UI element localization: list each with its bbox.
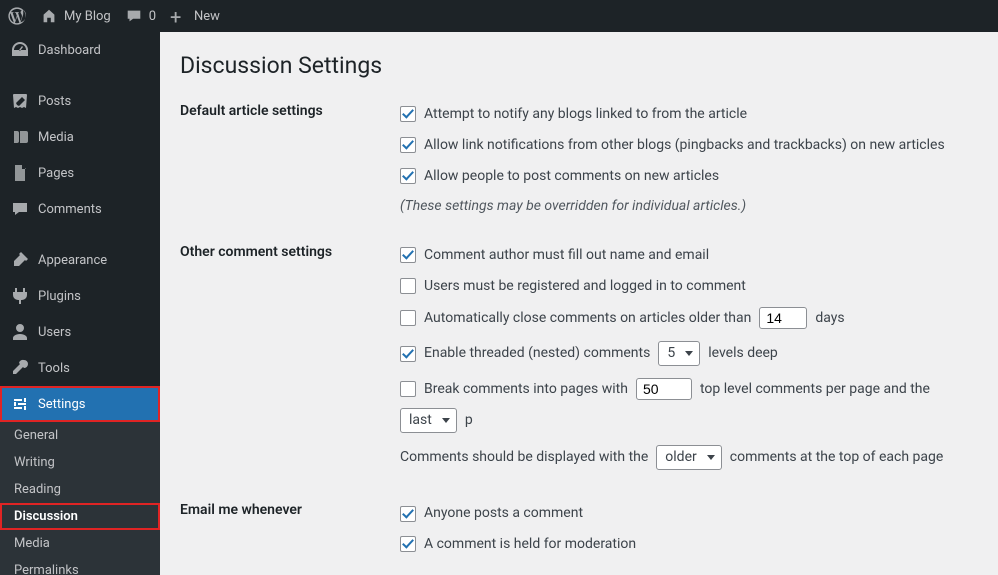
- menu-plugins-label: Plugins: [38, 289, 81, 304]
- label-require-login: Users must be registered and logged in t…: [424, 277, 746, 296]
- menu-comments[interactable]: Comments: [0, 191, 160, 227]
- label-threaded-prefix: Enable threaded (nested) comments: [424, 344, 650, 363]
- settings-icon: [10, 394, 30, 414]
- label-allow-comments: Allow people to post comments on new art…: [424, 167, 719, 186]
- wp-logo[interactable]: [8, 7, 26, 25]
- menu-separator: [0, 232, 160, 237]
- label-paginate-prefix: Break comments into pages with: [424, 380, 628, 399]
- adminbar-new-label: New: [194, 9, 220, 24]
- checkbox-email-anyone-posts[interactable]: [400, 506, 416, 522]
- pages-icon: [10, 163, 30, 183]
- checkbox-paginate[interactable]: [400, 381, 416, 397]
- submenu-writing[interactable]: Writing: [0, 449, 160, 476]
- chevron-down-icon: [707, 455, 715, 460]
- checkbox-allow-comments[interactable]: [400, 168, 416, 184]
- users-icon: [10, 322, 30, 342]
- settings-content: Discussion Settings Default article sett…: [160, 32, 998, 575]
- checkbox-default-trackback[interactable]: [400, 137, 416, 153]
- submenu-reading[interactable]: Reading: [0, 476, 160, 503]
- menu-users-label: Users: [38, 325, 71, 340]
- menu-posts[interactable]: Posts: [0, 83, 160, 119]
- menu-appearance[interactable]: Appearance: [0, 242, 160, 278]
- label-default-trackback: Allow link notifications from other blog…: [424, 136, 945, 155]
- section-other-heading: Other comment settings: [180, 238, 400, 496]
- menu-tools-label: Tools: [38, 361, 70, 376]
- comments-count: 0: [149, 9, 156, 24]
- select-default-page-value: last: [409, 411, 432, 430]
- default-article-note: (These settings may be overridden for in…: [400, 192, 978, 218]
- wordpress-icon: [8, 7, 26, 25]
- menu-comments-label: Comments: [38, 202, 102, 217]
- checkbox-email-held-moderation[interactable]: [400, 536, 416, 552]
- checkbox-threaded[interactable]: [400, 346, 416, 362]
- home-icon: [40, 7, 58, 25]
- dashboard-icon: [10, 40, 30, 60]
- select-default-page[interactable]: last: [400, 408, 457, 433]
- checkbox-require-name-email[interactable]: [400, 247, 416, 263]
- comment-icon: [125, 7, 143, 25]
- menu-media-label: Media: [38, 130, 74, 145]
- menu-settings[interactable]: Settings: [0, 386, 160, 422]
- input-comments-per-page[interactable]: [636, 378, 692, 400]
- settings-submenu: General Writing Reading Discussion Media…: [0, 422, 160, 575]
- label-paginate-mid: top level comments per page and the: [700, 380, 930, 399]
- label-default-pingback: Attempt to notify any blogs linked to fr…: [424, 105, 747, 124]
- menu-appearance-label: Appearance: [38, 253, 107, 268]
- adminbar-comments[interactable]: 0: [125, 7, 156, 25]
- site-name-link[interactable]: My Blog: [40, 7, 111, 25]
- select-comment-order[interactable]: older: [656, 445, 721, 470]
- menu-tools[interactable]: Tools: [0, 350, 160, 386]
- menu-media[interactable]: Media: [0, 119, 160, 155]
- appearance-icon: [10, 250, 30, 270]
- submenu-general[interactable]: General: [0, 422, 160, 449]
- label-comment-order-suffix: comments at the top of each page: [730, 448, 944, 467]
- adminbar: My Blog 0 + New: [0, 0, 998, 32]
- menu-separator: [0, 73, 160, 78]
- menu-users[interactable]: Users: [0, 314, 160, 350]
- menu-pages-label: Pages: [38, 166, 74, 181]
- section-default-article-heading: Default article settings: [180, 97, 400, 238]
- label-paginate-suffix-truncated: p: [465, 411, 473, 430]
- label-auto-close-prefix: Automatically close comments on articles…: [424, 309, 751, 328]
- chevron-down-icon: [685, 351, 693, 356]
- label-email-anyone-posts: Anyone posts a comment: [424, 504, 583, 523]
- select-thread-depth[interactable]: 5: [658, 341, 700, 366]
- tools-icon: [10, 358, 30, 378]
- menu-plugins[interactable]: Plugins: [0, 278, 160, 314]
- menu-settings-label: Settings: [38, 397, 85, 412]
- label-comment-order-prefix: Comments should be displayed with the: [400, 448, 648, 467]
- adminbar-new[interactable]: + New: [170, 7, 220, 25]
- label-threaded-suffix: levels deep: [708, 344, 778, 363]
- site-name: My Blog: [64, 9, 111, 24]
- comments-icon: [10, 199, 30, 219]
- checkbox-auto-close[interactable]: [400, 310, 416, 326]
- label-auto-close-suffix: days: [815, 309, 844, 328]
- select-comment-order-value: older: [665, 448, 696, 467]
- submenu-permalinks[interactable]: Permalinks: [0, 557, 160, 575]
- submenu-media[interactable]: Media: [0, 530, 160, 557]
- checkbox-require-login[interactable]: [400, 278, 416, 294]
- menu-dashboard-label: Dashboard: [38, 43, 101, 58]
- label-email-held-moderation: A comment is held for moderation: [424, 535, 636, 554]
- admin-menu: Dashboard Posts Media Pages Comments: [0, 32, 160, 575]
- menu-dashboard[interactable]: Dashboard: [0, 32, 160, 68]
- input-close-days[interactable]: [759, 307, 807, 329]
- discussion-form: Default article settings Attempt to noti…: [180, 97, 978, 575]
- section-email-heading: Email me whenever: [180, 496, 400, 575]
- select-thread-depth-value: 5: [667, 344, 675, 363]
- media-icon: [10, 127, 30, 147]
- chevron-down-icon: [442, 418, 450, 423]
- plus-icon: +: [170, 7, 188, 25]
- posts-icon: [10, 91, 30, 111]
- plugins-icon: [10, 286, 30, 306]
- page-title: Discussion Settings: [180, 52, 978, 79]
- submenu-discussion[interactable]: Discussion: [0, 503, 160, 530]
- checkbox-default-pingback[interactable]: [400, 106, 416, 122]
- label-require-name-email: Comment author must fill out name and em…: [424, 246, 709, 265]
- menu-posts-label: Posts: [38, 94, 71, 109]
- menu-pages[interactable]: Pages: [0, 155, 160, 191]
